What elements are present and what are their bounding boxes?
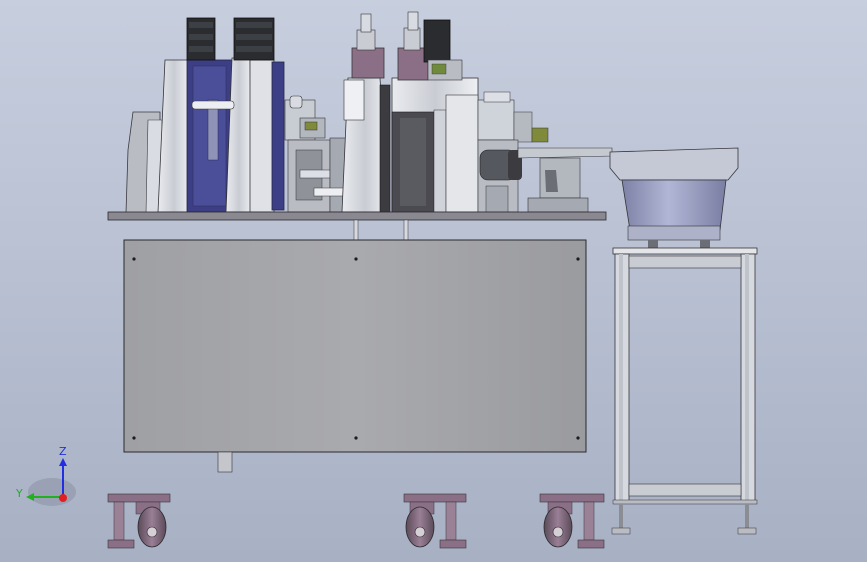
feeder-bowl: [609, 147, 739, 248]
middle-column: [341, 13, 391, 213]
main-machine-assembly: [107, 11, 613, 549]
machine-tabletop: [107, 211, 607, 221]
caster-right: [539, 493, 605, 549]
motor-left-1: [186, 17, 216, 61]
orientation-triad-icon: Z Y: [15, 445, 76, 506]
left-back-panel: [125, 111, 163, 214]
caster-middle: [403, 493, 467, 549]
left-column-2: [225, 57, 285, 213]
cad-model-viewport[interactable]: Z Y: [0, 0, 867, 562]
support-post-right: [403, 219, 409, 241]
lower-cabinet: [123, 239, 587, 473]
triad-z-label: Z: [59, 445, 67, 458]
left-column-1: [157, 59, 233, 213]
cross-shaft: [191, 100, 235, 110]
feeder-rail: [517, 147, 613, 213]
support-post-left: [353, 219, 359, 241]
triad-y-label: Y: [15, 487, 23, 500]
motor-left-2: [233, 17, 275, 61]
center-mechanism: [284, 95, 353, 213]
caster-left: [107, 493, 171, 549]
feeder-stand: [611, 247, 758, 535]
right-column: [391, 11, 479, 213]
bowl-feeder-assembly: [609, 147, 758, 535]
